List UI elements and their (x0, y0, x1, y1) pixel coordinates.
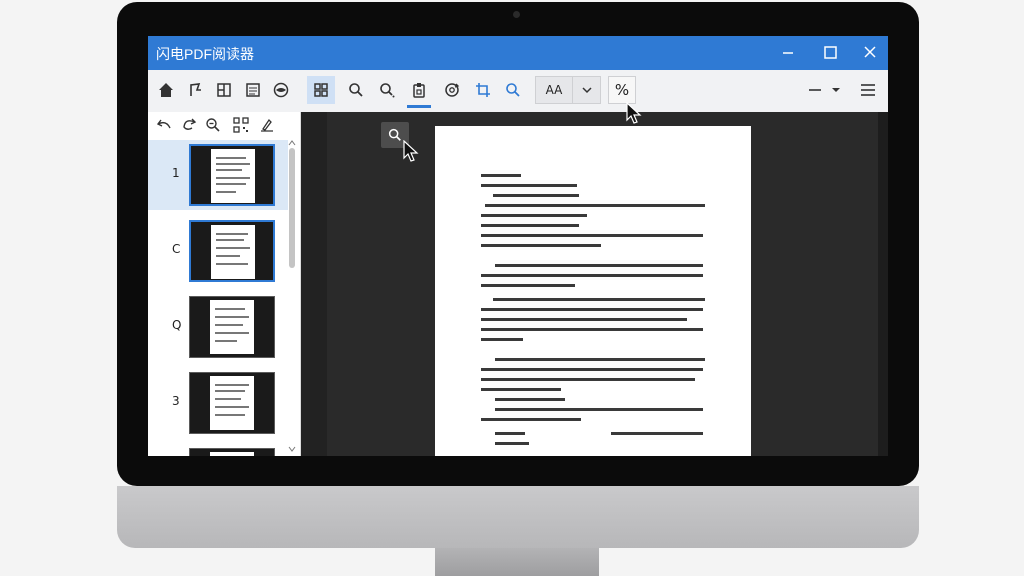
sidebar-toolbar (148, 112, 300, 138)
thumbnail-page-2[interactable]: C (148, 216, 288, 286)
crop-button[interactable] (469, 76, 497, 104)
rotate-search-button[interactable] (438, 76, 466, 104)
document-icon (246, 83, 260, 97)
thumbnail-page-5[interactable] (148, 444, 288, 456)
thumbnail-sidebar: 1 C Q 3 (148, 112, 301, 456)
page-thumbnail (189, 144, 275, 206)
zoom-out-icon[interactable] (204, 116, 222, 134)
thumbnail-label: Q (172, 318, 182, 332)
qr-icon[interactable] (232, 116, 250, 134)
menu-icon (861, 84, 875, 96)
search-more-button[interactable] (373, 76, 401, 104)
thumbnail-label: C (172, 242, 181, 256)
edit-icon (190, 83, 201, 96)
title-bar: 闪电PDF阅读器 (148, 36, 888, 70)
thumbnail-page-4[interactable]: 3 (148, 368, 288, 438)
document-page (435, 126, 751, 456)
chevron-down-icon (573, 85, 600, 95)
percent-button[interactable]: % (608, 76, 636, 104)
page-thumbnail (189, 220, 275, 282)
grid-view-button[interactable] (307, 76, 335, 104)
main-toolbar: AA % (148, 70, 888, 113)
minus-icon (809, 89, 821, 91)
webcam (513, 11, 520, 18)
scroll-thumb[interactable] (289, 148, 295, 268)
zoom-value: AA (536, 77, 573, 103)
thumbnail-page-1[interactable]: 1 (148, 140, 288, 210)
search-icon (349, 83, 363, 97)
app-title: 闪电PDF阅读器 (156, 46, 254, 62)
maximize-icon (824, 46, 837, 59)
menu-button[interactable] (854, 76, 882, 104)
crop-icon (476, 83, 490, 97)
clipboard-icon (413, 83, 425, 98)
sidebar-scrollbar[interactable] (288, 140, 296, 452)
zoom-button[interactable] (499, 76, 527, 104)
mouse-cursor-icon (403, 140, 419, 162)
home-button[interactable] (152, 76, 180, 104)
page-thumbnail (189, 296, 275, 358)
thumbnail-label: 3 (172, 394, 180, 408)
scroll-up-icon (288, 140, 296, 146)
undo-icon[interactable] (156, 116, 174, 134)
monitor-stand (435, 548, 599, 576)
eye-icon (273, 82, 289, 98)
document-button[interactable] (239, 76, 267, 104)
thumbnail-page-3[interactable]: Q (148, 292, 288, 362)
mouse-cursor-icon (626, 102, 642, 124)
close-button[interactable] (858, 42, 882, 64)
search-more-icon (380, 83, 395, 98)
document-viewer[interactable] (301, 112, 888, 456)
minimize-button[interactable] (776, 42, 800, 64)
monitor-chin (117, 486, 919, 548)
viewer-margin-right (878, 112, 888, 456)
dropdown-icon (832, 88, 840, 92)
page-thumbnail (189, 448, 275, 456)
edit-button[interactable] (182, 76, 210, 104)
search-button[interactable] (342, 76, 370, 104)
zoom-icon (506, 83, 520, 97)
scroll-down-icon (288, 446, 296, 452)
close-icon (864, 46, 876, 58)
redo-icon[interactable] (180, 116, 198, 134)
home-icon (159, 83, 173, 97)
viewer-margin (301, 112, 327, 456)
layout-button[interactable] (210, 76, 238, 104)
layout-icon (217, 83, 231, 97)
thumbnail-label: 1 (172, 166, 180, 180)
dropdown-button[interactable] (826, 76, 846, 104)
search-icon (388, 128, 401, 141)
maximize-button[interactable] (818, 42, 842, 64)
app-window: 闪电PDF阅读器 AA % 1 C Q 3 (148, 36, 888, 456)
eye-button[interactable] (267, 76, 295, 104)
grid-view-icon (314, 83, 328, 97)
zoom-selector[interactable]: AA (535, 76, 601, 104)
minimize-icon (783, 52, 793, 54)
page-thumbnail (189, 372, 275, 434)
rotate-search-icon (445, 83, 460, 97)
annotate-icon[interactable] (258, 116, 276, 134)
clipboard-button[interactable] (405, 76, 433, 108)
